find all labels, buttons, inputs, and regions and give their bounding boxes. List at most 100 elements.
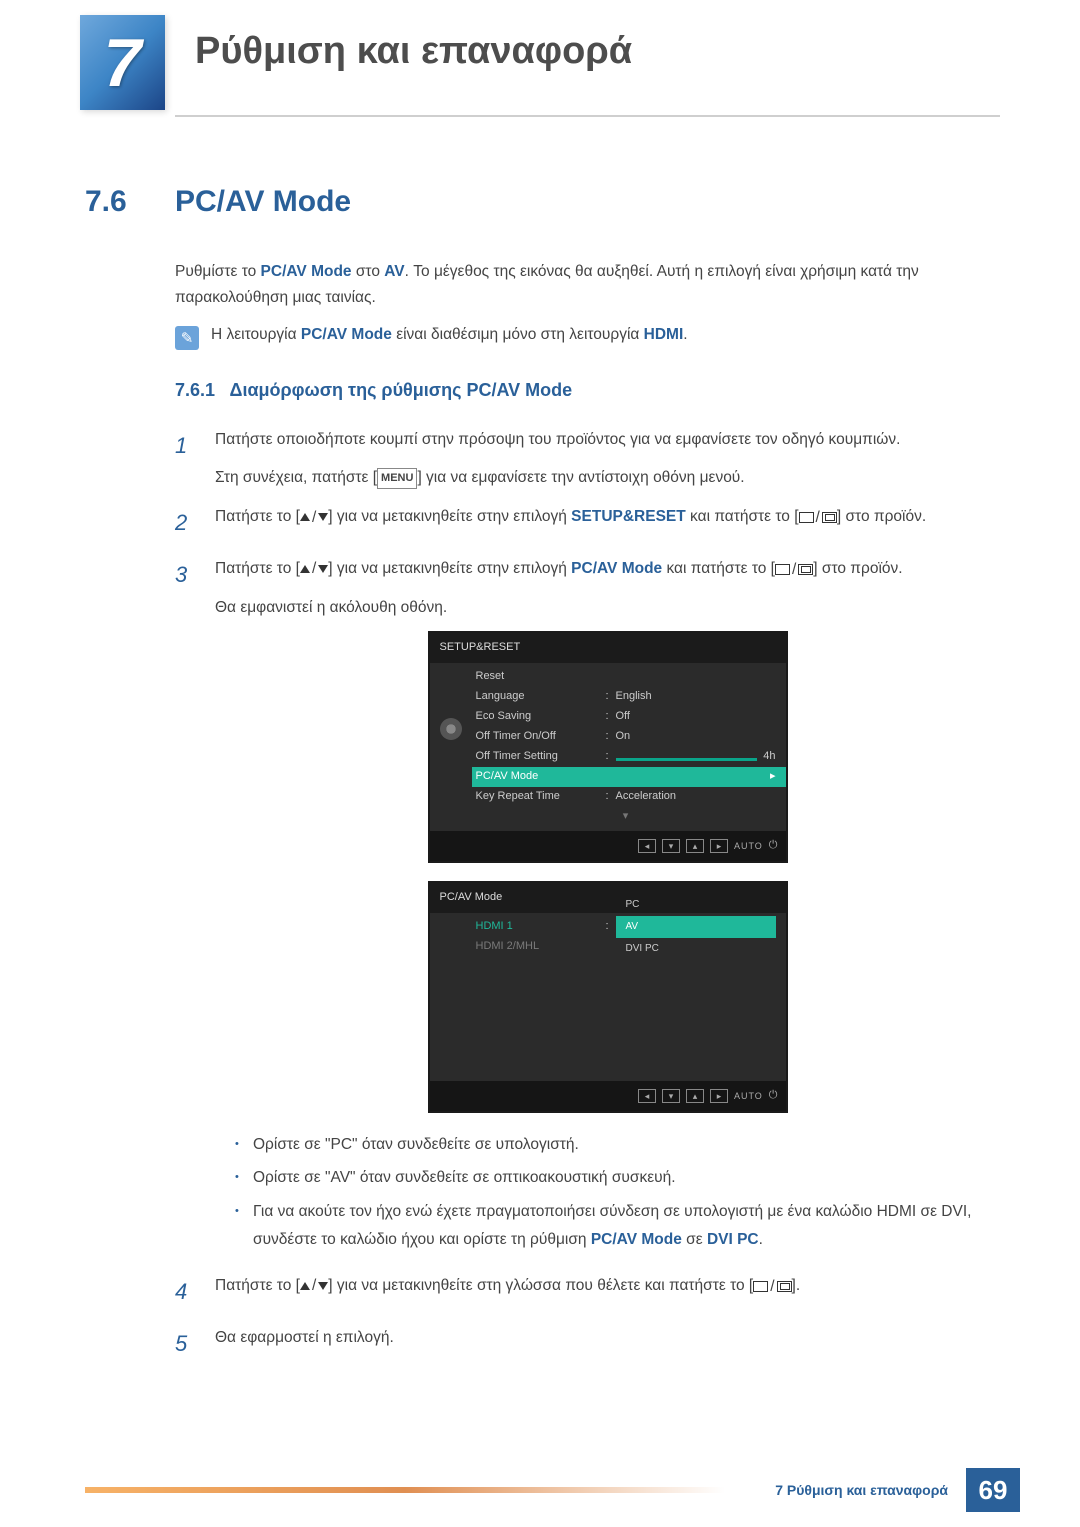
highlight-setupreset: SETUP&RESET xyxy=(571,508,686,525)
text: Θα εμφανιστεί η ακόλουθη οθόνη. xyxy=(215,594,1000,622)
text: Ρυθμίστε το xyxy=(175,263,261,280)
chapter-number-badge: 7 xyxy=(80,15,165,110)
select-icons: / xyxy=(775,556,813,584)
text: ]. xyxy=(792,1277,801,1294)
nav-down-icon: ▾ xyxy=(662,839,680,853)
subsection-title: Διαμόρφωση της ρύθμισης PC/AV Mode xyxy=(230,380,573,400)
value: On xyxy=(616,727,776,747)
auto-label: AUTO xyxy=(734,838,763,854)
section-title: PC/AV Mode xyxy=(175,185,351,219)
text: Στη συνέχεια, πατήστε [ xyxy=(215,469,377,486)
note-text: Η λειτουργία PC/AV Mode είναι διαθέσιμη … xyxy=(211,326,688,344)
footer-chapter-label: 7 Ρύθμιση και επαναφορά xyxy=(775,1482,948,1498)
label: Reset xyxy=(476,667,606,687)
up-down-arrows-icon: / xyxy=(300,555,328,583)
text: Η λειτουργία xyxy=(211,326,301,343)
step-body: Πατήστε το [/] για να μετακινηθείτε στη … xyxy=(215,1272,1000,1312)
value: Off xyxy=(616,707,776,727)
auto-label: AUTO xyxy=(734,1088,763,1104)
osd-sidebar xyxy=(430,913,472,1081)
text: Πατήστε το [ xyxy=(215,508,300,525)
osd-footer: ◂ ▾ ▴ ▸ AUTO ⏻ xyxy=(430,831,786,861)
pcav-dropdown: PC AV DVI PC xyxy=(616,894,776,960)
osd-pcav-mode: PC/AV Mode HDMI 1: PC AV DVI PC xyxy=(428,881,788,1113)
osd-row-more: ▾ xyxy=(472,807,786,827)
note: ✎ Η λειτουργία PC/AV Mode είναι διαθέσιμ… xyxy=(175,326,1000,350)
osd-row-eco: Eco Saving:Off xyxy=(472,707,786,727)
nav-down-icon: ▾ xyxy=(662,1089,680,1103)
nav-left-icon: ◂ xyxy=(638,1089,656,1103)
footer-gradient xyxy=(85,1487,775,1493)
step-number: 5 xyxy=(175,1324,195,1364)
text: ] στο προϊόν. xyxy=(837,508,926,525)
up-down-arrows-icon: / xyxy=(300,1272,328,1300)
up-down-arrows-icon: / xyxy=(300,504,328,532)
highlight-dvipc: DVI PC xyxy=(707,1231,759,1248)
text: ] για να εμφανίσετε την αντίστοιχη οθόνη… xyxy=(417,469,744,486)
osd-row-language: Language:English xyxy=(472,687,786,707)
text: και πατήστε το [ xyxy=(662,560,775,577)
chapter-title: Ρύθμιση και επαναφορά xyxy=(195,30,632,73)
label: Language xyxy=(476,687,606,707)
text: . xyxy=(759,1231,763,1248)
value: English xyxy=(616,687,776,707)
section-number: 7.6 xyxy=(85,185,175,219)
text: Πατήστε το [ xyxy=(215,1277,300,1294)
subsection-number: 7.6.1 xyxy=(175,380,215,400)
step-body: Πατήστε οποιοδήποτε κουμπί στην πρόσοψη … xyxy=(215,426,1000,492)
text: ] για να μετακινηθείτε στην επιλογή xyxy=(328,508,571,525)
step-5: 5 Θα εφαρμοστεί η επιλογή. xyxy=(175,1324,1000,1364)
step-number: 4 xyxy=(175,1272,195,1312)
text: ] για να μετακινηθείτε στη γλώσσα που θέ… xyxy=(328,1277,753,1294)
value: Acceleration xyxy=(616,787,776,807)
bullet-list: Ορίστε σε "PC" όταν συνδεθείτε σε υπολογ… xyxy=(235,1131,1000,1255)
subsection-heading: 7.6.1 Διαμόρφωση της ρύθμισης PC/AV Mode xyxy=(175,380,1000,401)
option-av-selected: AV xyxy=(616,916,776,938)
label: Eco Saving xyxy=(476,707,606,727)
page-content: 7.6 PC/AV Mode Ρυθμίστε το PC/AV Mode στ… xyxy=(85,185,1000,1375)
text: στο xyxy=(352,263,385,280)
label: HDMI 1 xyxy=(476,917,606,937)
highlight-av: AV xyxy=(384,263,404,280)
text: Πατήστε το [ xyxy=(215,560,300,577)
osd-row-timer-onoff: Off Timer On/Off:On xyxy=(472,727,786,747)
nav-up-icon: ▴ xyxy=(686,1089,704,1103)
option-dvipc: DVI PC xyxy=(616,938,776,960)
intro-paragraph: Ρυθμίστε το PC/AV Mode στο AV. Το μέγεθο… xyxy=(175,259,1000,312)
step-4: 4 Πατήστε το [/] για να μετακινηθείτε στ… xyxy=(175,1272,1000,1312)
highlight-pcav: PC/AV Mode xyxy=(301,326,392,343)
chapter-underline xyxy=(175,115,1000,117)
nav-right-icon: ▸ xyxy=(710,1089,728,1103)
osd-footer: ◂ ▾ ▴ ▸ AUTO ⏻ xyxy=(430,1081,786,1111)
nav-right-icon: ▸ xyxy=(710,839,728,853)
chevron-right-icon: ▸ xyxy=(770,767,776,787)
power-icon: ⏻ xyxy=(769,836,778,856)
highlight-pcav: PC/AV Mode xyxy=(591,1231,682,1248)
step-number: 1 xyxy=(175,426,195,492)
osd-row-pcav-selected: PC/AV Mode ▸ xyxy=(472,767,786,787)
label: HDMI 2/MHL xyxy=(476,937,606,957)
highlight-pcav: PC/AV Mode xyxy=(261,263,352,280)
osd-row-reset: Reset xyxy=(472,667,786,687)
step-2: 2 Πατήστε το [/] για να μετακινηθείτε στ… xyxy=(175,503,1000,543)
chapter-number: 7 xyxy=(104,24,142,102)
value: 4h xyxy=(763,747,775,767)
step-3: 3 Πατήστε το [/] για να μετακινηθείτε στ… xyxy=(175,555,1000,1260)
label: PC/AV Mode xyxy=(476,767,606,787)
osd-header: SETUP&RESET xyxy=(430,633,786,663)
highlight-pcav: PC/AV Mode xyxy=(571,560,662,577)
text: σε xyxy=(682,1231,707,1248)
osd-sidebar xyxy=(430,663,472,831)
nav-left-icon: ◂ xyxy=(638,839,656,853)
osd-row-hdmi1: HDMI 1: PC AV DVI PC xyxy=(472,917,786,937)
text: ] για να μετακινηθείτε στην επιλογή xyxy=(328,560,571,577)
highlight-hdmi: HDMI xyxy=(644,326,684,343)
option-pc: PC xyxy=(616,894,776,916)
page-number: 69 xyxy=(966,1468,1020,1512)
note-icon: ✎ xyxy=(175,326,199,350)
label: Off Timer On/Off xyxy=(476,727,606,747)
step-number: 2 xyxy=(175,503,195,543)
step-body: Θα εφαρμοστεί η επιλογή. xyxy=(215,1324,1000,1364)
text: . xyxy=(683,326,687,343)
menu-button-icon: MENU xyxy=(377,468,417,490)
